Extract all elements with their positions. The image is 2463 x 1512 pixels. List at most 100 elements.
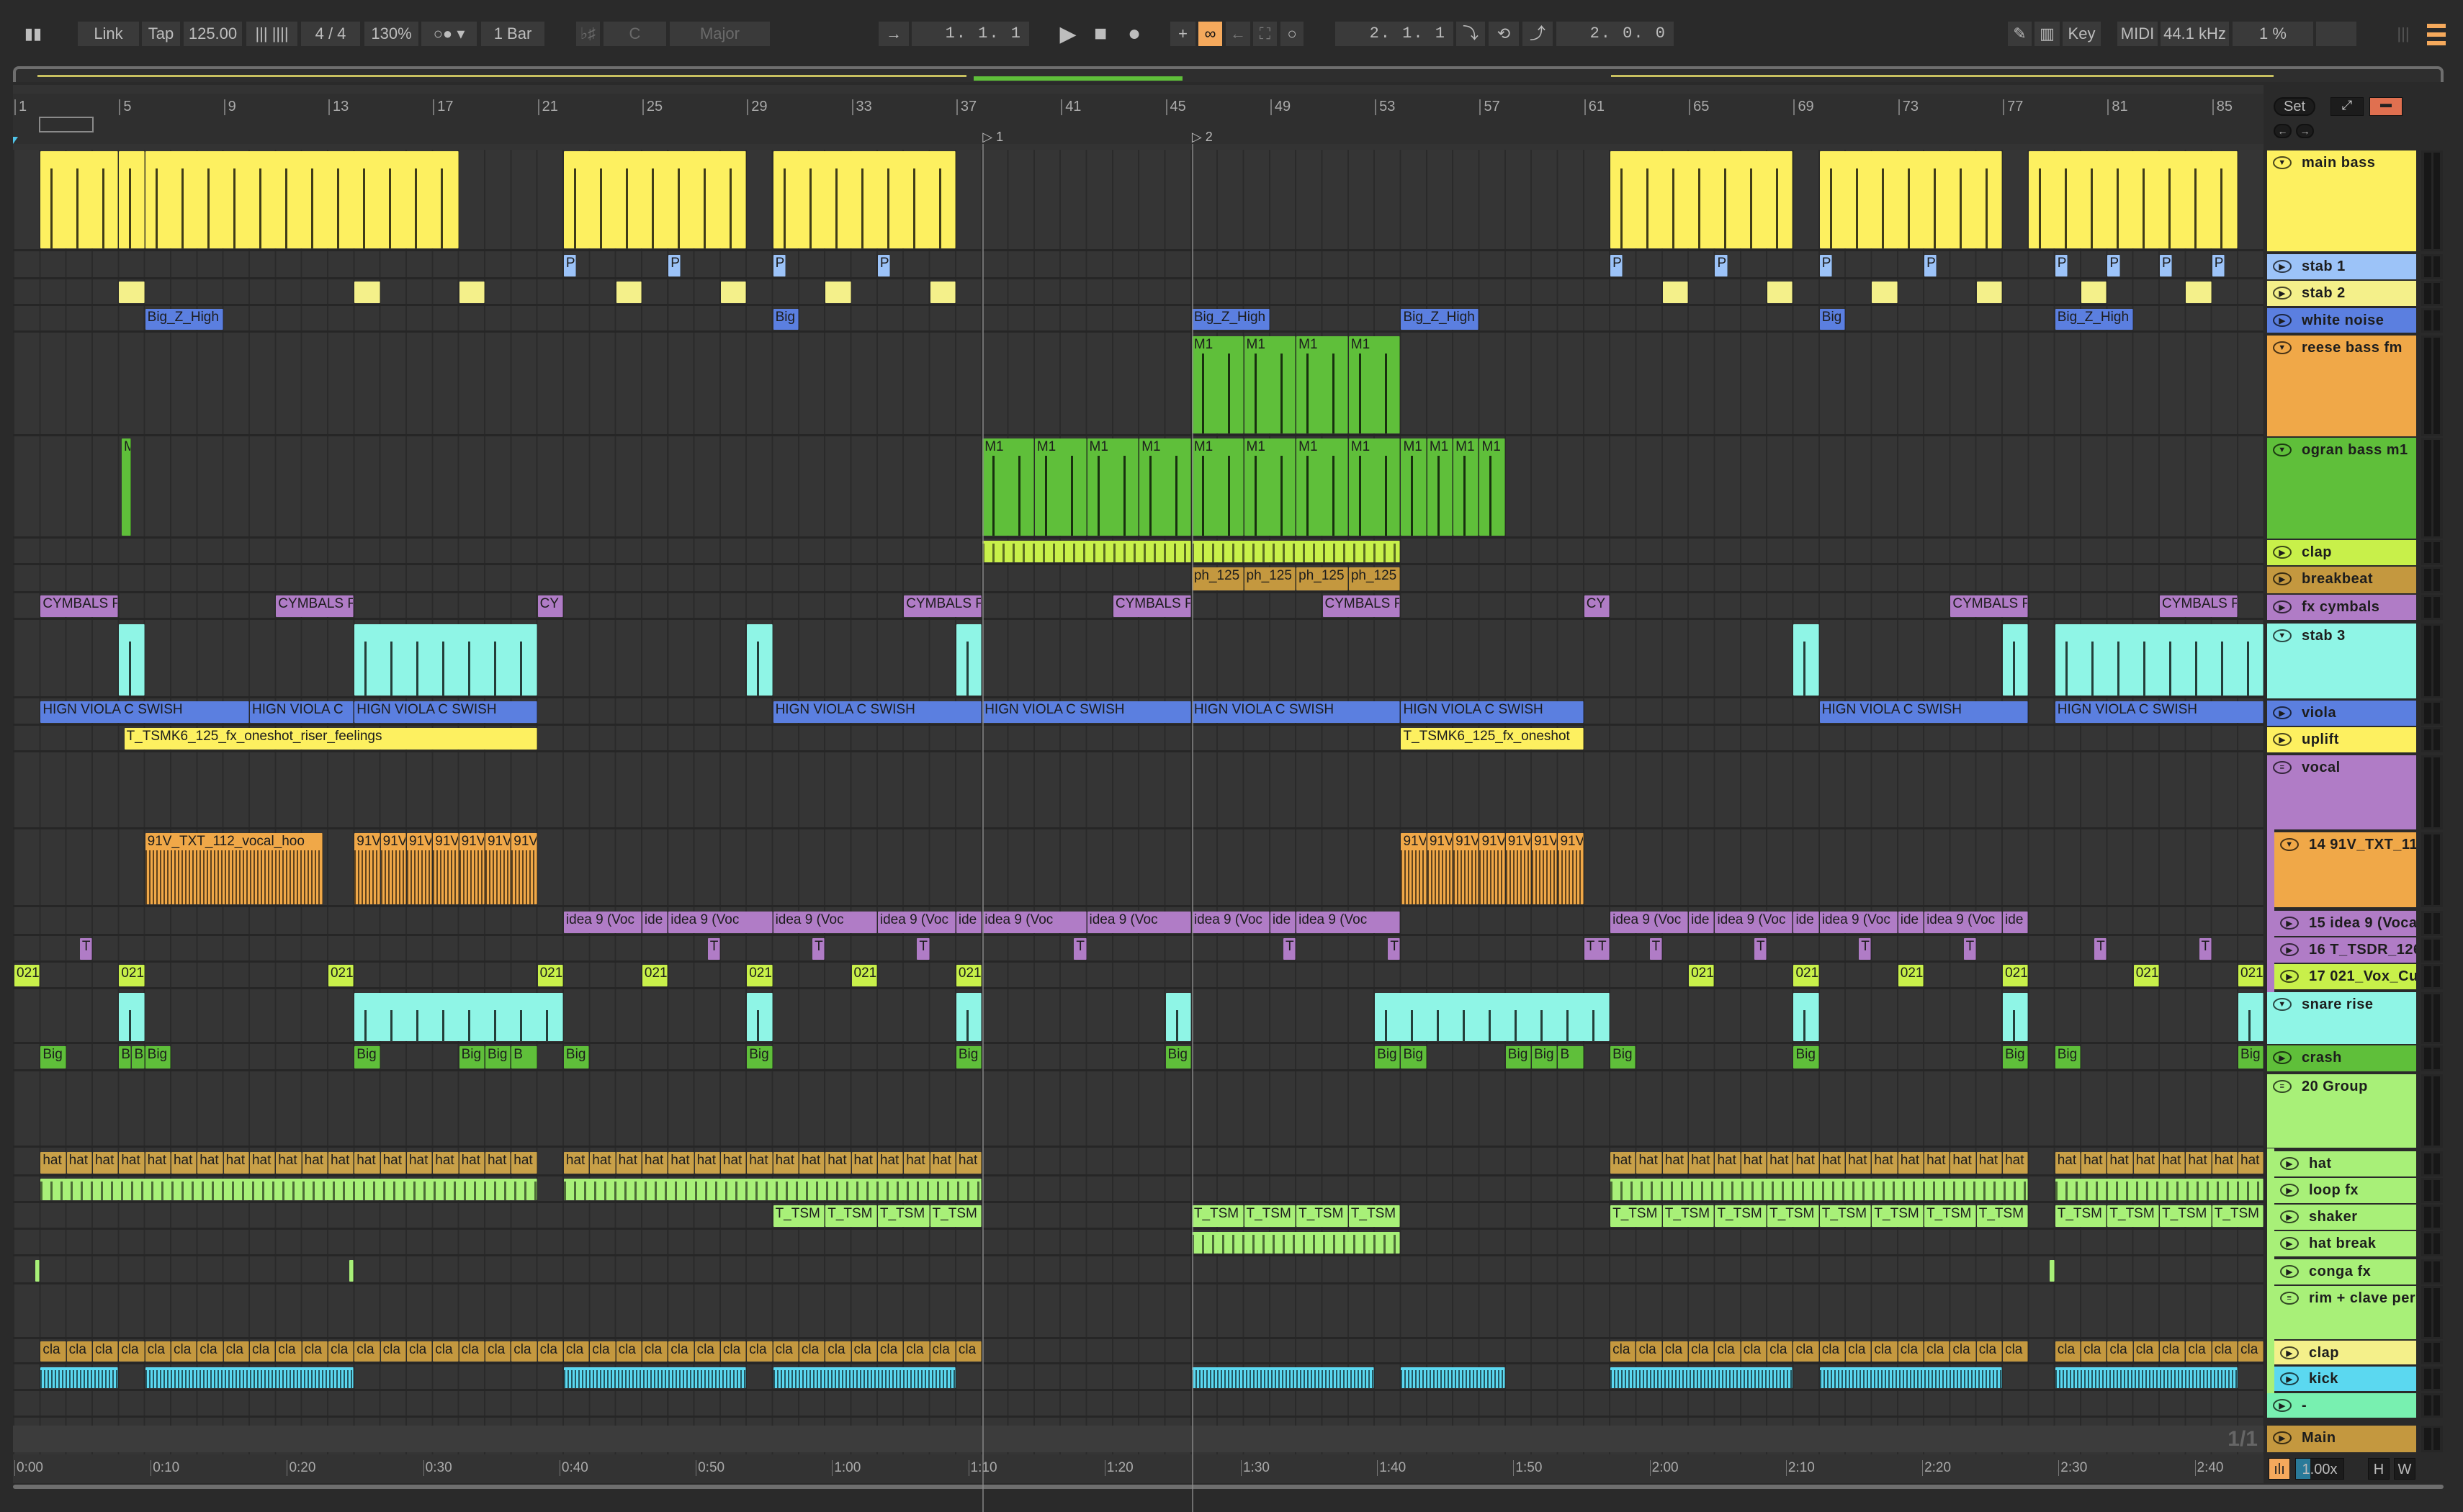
clip[interactable]: Big bbox=[459, 1046, 485, 1068]
clip[interactable]: hat bbox=[2186, 1152, 2212, 1174]
clip[interactable]: M1 bbox=[1296, 336, 1348, 433]
clip[interactable] bbox=[349, 1260, 354, 1282]
clip[interactable] bbox=[459, 282, 485, 303]
bottom-scrollbar[interactable] bbox=[13, 1485, 2444, 1489]
group-icon[interactable]: ≡ bbox=[2273, 1080, 2292, 1093]
fold-icon[interactable]: ▼ bbox=[2280, 838, 2299, 851]
group-icon[interactable]: ≡ bbox=[2280, 1292, 2299, 1305]
clip[interactable]: cla bbox=[1636, 1341, 1662, 1362]
clip[interactable]: M1 bbox=[1348, 336, 1401, 433]
fold-icon[interactable]: ▼ bbox=[2273, 629, 2292, 642]
clip[interactable]: P bbox=[2107, 255, 2120, 276]
clip[interactable] bbox=[1165, 993, 1191, 1041]
clip[interactable] bbox=[747, 993, 773, 1041]
clip[interactable]: P bbox=[563, 255, 577, 276]
clip[interactable]: hat bbox=[2081, 1152, 2107, 1174]
clip[interactable]: 021 bbox=[851, 965, 877, 986]
clip[interactable]: hat bbox=[1636, 1152, 1662, 1174]
clip[interactable]: cla bbox=[694, 1341, 720, 1362]
groove-icon[interactable]: ○● ▾ bbox=[421, 22, 477, 46]
clip[interactable]: 91V_TXT_112_vocal_hoo bbox=[145, 833, 323, 904]
clip[interactable]: 021 bbox=[1793, 965, 1819, 986]
clip[interactable]: ide bbox=[1689, 912, 1715, 933]
clip[interactable]: hat bbox=[459, 1152, 485, 1174]
track-header[interactable]: ▶ stab 2 bbox=[2267, 281, 2416, 306]
clip[interactable] bbox=[1662, 282, 1689, 303]
clip[interactable]: T bbox=[707, 938, 720, 960]
clip[interactable]: cla bbox=[1689, 1341, 1715, 1362]
clip[interactable]: ide bbox=[956, 912, 982, 933]
clip[interactable]: T_TSM bbox=[930, 1205, 982, 1227]
clip[interactable]: T_TSM bbox=[1662, 1205, 1715, 1227]
locator[interactable]: ▷ 2 bbox=[1192, 130, 1213, 145]
clip[interactable] bbox=[40, 151, 119, 248]
clip[interactable]: P bbox=[2055, 255, 2068, 276]
view-toggle-icon[interactable]: ▮▮ bbox=[17, 22, 50, 46]
clip[interactable]: 91V bbox=[511, 833, 537, 904]
play-icon[interactable]: ▶ bbox=[2273, 600, 2292, 613]
clip[interactable] bbox=[1191, 1367, 1375, 1388]
clip[interactable]: cla bbox=[851, 1341, 877, 1362]
link-button[interactable]: Link bbox=[78, 22, 139, 46]
quantize-select[interactable]: 1 Bar bbox=[481, 22, 544, 46]
clip[interactable]: M1 bbox=[1453, 438, 1479, 536]
play-icon[interactable]: ▶ bbox=[2280, 1210, 2299, 1223]
clip[interactable]: 91V bbox=[1401, 833, 1427, 904]
clip[interactable]: T_TSM bbox=[877, 1205, 930, 1227]
follow-icon[interactable]: → bbox=[879, 22, 909, 46]
clip[interactable]: 91V bbox=[1453, 833, 1479, 904]
clip[interactable]: T bbox=[79, 938, 92, 960]
clip[interactable]: ide bbox=[2003, 912, 2029, 933]
loop-brace[interactable] bbox=[39, 117, 94, 132]
clip[interactable]: cla bbox=[276, 1341, 302, 1362]
clip[interactable]: hat bbox=[2133, 1152, 2160, 1174]
clip[interactable] bbox=[145, 151, 459, 248]
clip[interactable]: CYMBALS F bbox=[904, 595, 982, 617]
clip[interactable]: hat bbox=[1898, 1152, 1924, 1174]
clip[interactable]: cla bbox=[328, 1341, 354, 1362]
track-header[interactable]: ▶ shaker bbox=[2274, 1205, 2416, 1230]
clip[interactable]: 021 bbox=[2238, 965, 2264, 986]
clip[interactable]: cla bbox=[563, 1341, 590, 1362]
clip[interactable] bbox=[1793, 993, 1819, 1041]
clip[interactable]: Big bbox=[1610, 1046, 1636, 1068]
clip[interactable] bbox=[956, 993, 982, 1041]
clip[interactable]: Big bbox=[1375, 1046, 1401, 1068]
clip[interactable]: cla bbox=[1610, 1341, 1636, 1362]
play-icon[interactable]: ▶ bbox=[2273, 706, 2292, 719]
clip[interactable]: cla bbox=[930, 1341, 956, 1362]
clip[interactable]: M1 bbox=[1244, 438, 1296, 536]
clip[interactable]: hat bbox=[2055, 1152, 2081, 1174]
clip[interactable]: cla bbox=[485, 1341, 511, 1362]
clip[interactable]: Big bbox=[1532, 1046, 1558, 1068]
clip[interactable]: 021 bbox=[537, 965, 563, 986]
clip[interactable]: Big_Z_High bbox=[145, 309, 223, 330]
clip[interactable]: 021 bbox=[119, 965, 145, 986]
clip[interactable]: 91V bbox=[406, 833, 433, 904]
play-icon[interactable]: ▶ bbox=[2273, 1431, 2292, 1444]
clip[interactable]: cla bbox=[1924, 1341, 1950, 1362]
clip[interactable]: cla bbox=[537, 1341, 563, 1362]
clip[interactable]: T_TSM bbox=[2055, 1205, 2107, 1227]
clip[interactable]: hat bbox=[747, 1152, 773, 1174]
clip[interactable]: ide bbox=[1270, 912, 1296, 933]
clip[interactable]: T_TSM bbox=[1244, 1205, 1296, 1227]
clip[interactable]: hat bbox=[92, 1152, 119, 1174]
clip[interactable]: cla bbox=[1715, 1341, 1741, 1362]
clip[interactable]: P bbox=[773, 255, 786, 276]
session-record-icon[interactable]: ○ bbox=[1280, 22, 1304, 46]
clip[interactable]: cla bbox=[773, 1341, 799, 1362]
clip[interactable]: hat bbox=[249, 1152, 276, 1174]
clip[interactable]: cla bbox=[40, 1341, 66, 1362]
clip[interactable]: cla bbox=[2081, 1341, 2107, 1362]
clip[interactable]: cla bbox=[433, 1341, 459, 1362]
loop-length-field[interactable]: 2. 0. 0 bbox=[1556, 22, 1674, 46]
track-header[interactable]: ▶ crash bbox=[2267, 1045, 2416, 1071]
clip[interactable]: CYMBALS F bbox=[1950, 595, 2029, 617]
clip[interactable]: T bbox=[1074, 938, 1087, 960]
play-icon[interactable]: ▶ bbox=[2273, 1051, 2292, 1064]
clip[interactable]: T_TSM bbox=[825, 1205, 877, 1227]
clip[interactable]: Big bbox=[485, 1046, 511, 1068]
clip[interactable] bbox=[35, 1260, 40, 1282]
clip[interactable]: Big bbox=[1165, 1046, 1191, 1068]
